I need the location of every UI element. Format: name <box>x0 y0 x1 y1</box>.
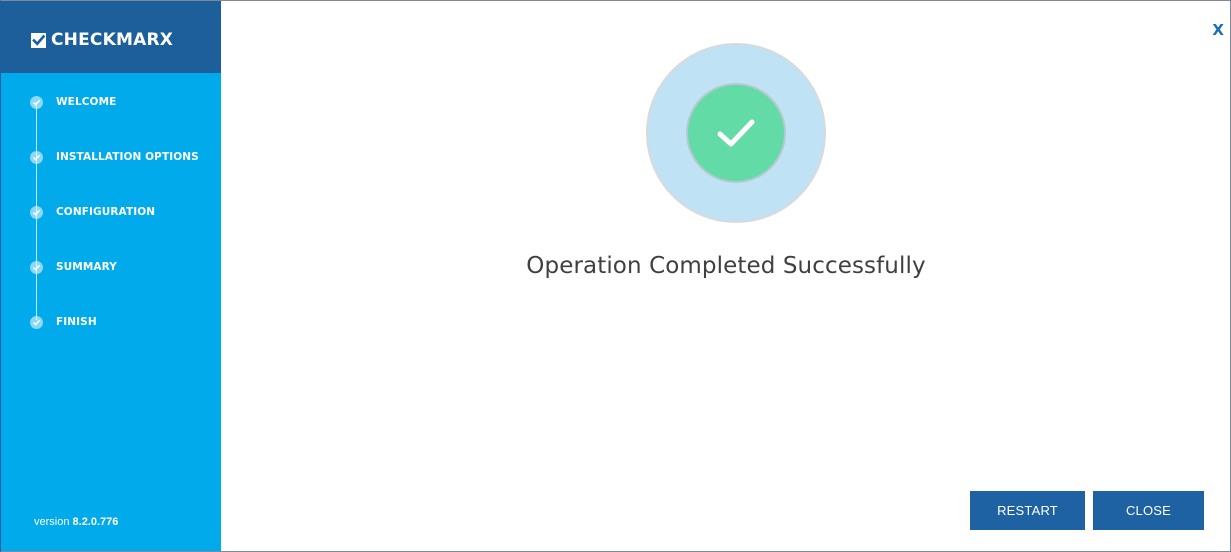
version-number: 8.2.0.776 <box>72 516 119 528</box>
step-installation-options: INSTALLATION OPTIONS <box>30 149 199 165</box>
step-check-icon <box>30 315 43 329</box>
success-check-icon <box>688 85 784 181</box>
close-button[interactable]: CLOSE <box>1093 491 1204 530</box>
version-label: version <box>34 516 70 528</box>
restart-button[interactable]: RESTART <box>970 491 1085 530</box>
close-window-icon[interactable]: X <box>1212 21 1224 39</box>
step-label: WELCOME <box>56 96 117 108</box>
brand-name: CHECKMARX <box>51 30 174 50</box>
sidebar-header: CHECKMARX <box>1 1 221 73</box>
step-check-icon <box>30 260 43 274</box>
step-welcome: WELCOME <box>30 94 116 110</box>
installer-window: CHECKMARX WELCOME INSTALLATION OPTIONS C… <box>0 0 1231 552</box>
step-check-icon <box>30 95 43 109</box>
step-summary: SUMMARY <box>30 259 117 275</box>
step-label: CONFIGURATION <box>56 206 156 218</box>
step-check-icon <box>30 150 43 164</box>
version-info: version 8.2.0.776 <box>34 516 118 528</box>
step-check-icon <box>30 205 43 219</box>
step-label: FINISH <box>56 316 97 328</box>
checkmark-logo-icon <box>31 32 46 48</box>
step-label: INSTALLATION OPTIONS <box>56 151 199 163</box>
sidebar: CHECKMARX WELCOME INSTALLATION OPTIONS C… <box>1 1 221 551</box>
brand-logo: CHECKMARX <box>31 30 173 50</box>
step-configuration: CONFIGURATION <box>30 204 155 220</box>
step-label: SUMMARY <box>56 261 117 273</box>
step-finish: FINISH <box>30 314 97 330</box>
status-message: Operation Completed Successfully <box>526 253 926 279</box>
